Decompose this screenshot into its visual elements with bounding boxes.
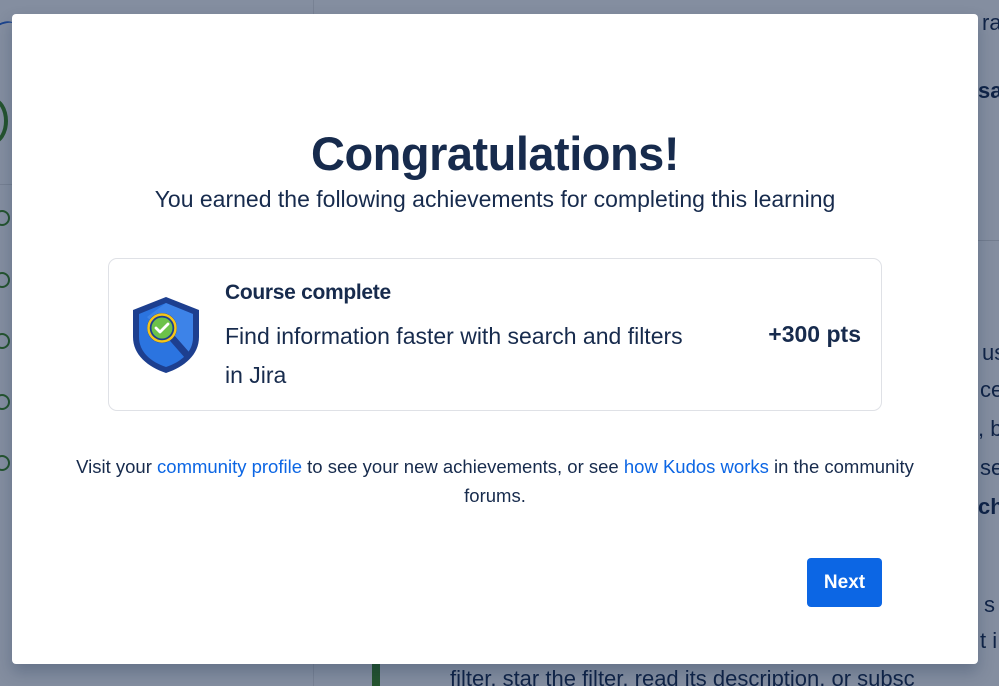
achievement-points: +300 pts xyxy=(768,321,861,347)
modal-title: Congratulations! xyxy=(311,127,679,180)
next-button[interactable]: Next xyxy=(807,558,882,607)
shield-magnifier-check-icon xyxy=(133,297,199,373)
how-kudos-works-link[interactable]: how Kudos works xyxy=(624,456,769,477)
community-info-text: Visit your community profile to see your… xyxy=(72,452,918,510)
achievement-description: Find information faster with search and … xyxy=(225,323,683,388)
community-profile-link[interactable]: community profile xyxy=(157,456,302,477)
info-prefix: Visit your xyxy=(76,456,158,477)
achievement-modal: Congratulations! You earned the followin… xyxy=(12,14,978,664)
info-middle: to see your new achievements, or see xyxy=(302,456,624,477)
achievement-heading: Course complete xyxy=(225,281,391,304)
modal-subtitle: You earned the following achievements fo… xyxy=(154,186,836,212)
achievement-card: Course complete Find information faster … xyxy=(108,258,882,411)
